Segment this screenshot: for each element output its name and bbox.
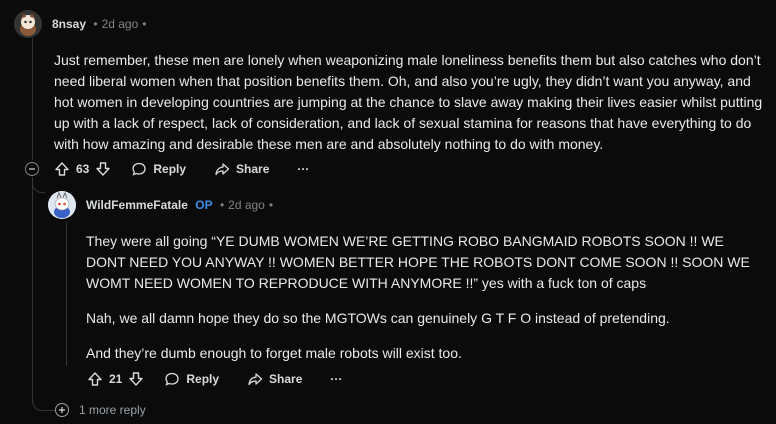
- reply-button[interactable]: Reply: [164, 371, 219, 387]
- downvote-button[interactable]: [95, 161, 111, 177]
- upvote-button[interactable]: [54, 161, 70, 177]
- upvote-arrow-icon: [88, 372, 102, 386]
- downvote-button[interactable]: [128, 371, 144, 387]
- snoo-avatar-icon: [48, 191, 76, 219]
- comment-bubble-icon: [165, 372, 180, 386]
- meta-dot: •: [268, 198, 274, 212]
- downvote-arrow-icon: [129, 372, 144, 386]
- downvote-arrow-icon: [96, 162, 111, 176]
- share-label: Share: [236, 162, 270, 176]
- avatar-wildfemmefatale[interactable]: [48, 191, 76, 219]
- more-options-button[interactable]: ···: [297, 162, 309, 176]
- meta-dot: •: [93, 17, 98, 31]
- thread-line-child: [32, 177, 33, 400]
- reply-label: Reply: [153, 162, 187, 176]
- expand-plus-icon: [55, 403, 69, 417]
- reply-button[interactable]: Reply: [131, 161, 186, 177]
- comment1-vote-count: 63: [76, 162, 90, 176]
- comment2-paragraph-2: Nah, we all damn hope they do so the MGT…: [86, 310, 670, 326]
- minus-icon: [29, 168, 35, 170]
- comment1-meta: 8nsay • 2d ago •: [52, 17, 150, 31]
- more-replies-button[interactable]: 1 more reply: [55, 403, 146, 417]
- thread-line-reply: [66, 222, 67, 366]
- op-badge: OP: [195, 198, 213, 212]
- more-options-button[interactable]: ···: [330, 372, 342, 386]
- comment1-body: Just remember, these men are lonely when…: [54, 50, 766, 155]
- meta-dot: •: [219, 198, 225, 212]
- share-button[interactable]: Share: [214, 161, 269, 177]
- share-button[interactable]: Share: [247, 371, 302, 387]
- upvote-button[interactable]: [87, 371, 103, 387]
- comment-bubble-icon: [132, 162, 147, 176]
- more-options-icon: ···: [330, 372, 343, 386]
- thread-line-main: [32, 38, 33, 160]
- comment1-text: Just remember, these men are lonely when…: [54, 52, 763, 152]
- thread-connector-more: [32, 398, 55, 411]
- comment1-time[interactable]: 2d ago: [102, 17, 139, 31]
- comment2-paragraph-1: They were all going “YE DUMB WOMEN WE’RE…: [86, 233, 750, 291]
- comment2-meta: WildFemmeFatale OP • 2d ago •: [86, 198, 277, 212]
- comment1-actions: 63 Reply Share ···: [54, 157, 309, 181]
- snoo-avatar-icon: [14, 10, 42, 38]
- share-label: Share: [269, 372, 303, 386]
- more-replies-label: 1 more reply: [79, 403, 146, 417]
- comment2-vote-count: 21: [109, 372, 123, 386]
- collapse-button[interactable]: [25, 162, 39, 176]
- share-arrow-icon: [248, 373, 263, 386]
- reply-label: Reply: [186, 372, 220, 386]
- comment2-username[interactable]: WildFemmeFatale: [86, 198, 188, 212]
- more-options-icon: ···: [297, 162, 310, 176]
- comment2-paragraph-3: And they’re dumb enough to forget male r…: [86, 345, 462, 361]
- avatar-8nsay[interactable]: [14, 10, 42, 38]
- comment2-time[interactable]: 2d ago: [228, 198, 265, 212]
- share-arrow-icon: [215, 163, 230, 176]
- comment2-actions: 21 Reply Share ···: [87, 367, 342, 391]
- upvote-arrow-icon: [55, 162, 69, 176]
- meta-dot: •: [142, 17, 147, 31]
- comment1-username[interactable]: 8nsay: [52, 17, 86, 31]
- comment2-body: They were all going “YE DUMB WOMEN WE’RE…: [86, 231, 758, 364]
- thread-connector: [32, 180, 45, 193]
